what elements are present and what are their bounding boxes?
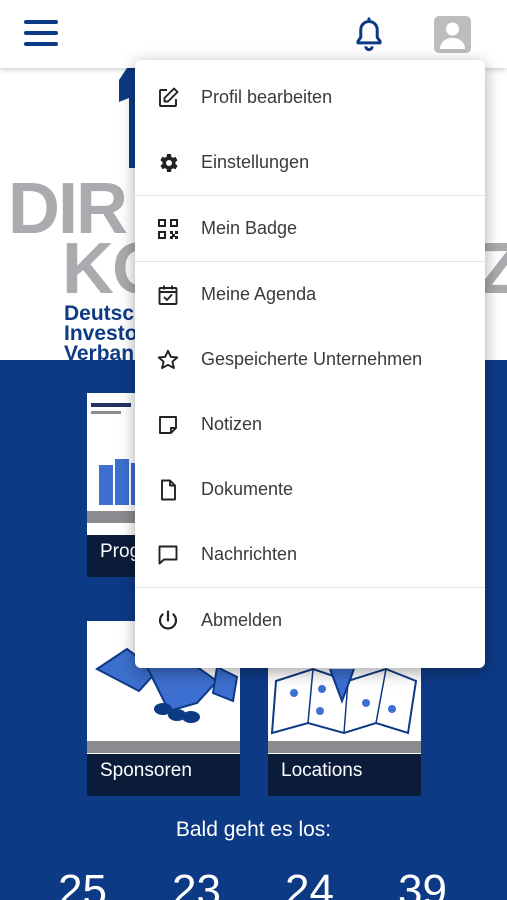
menu-item-mein-badge[interactable]: Mein Badge	[135, 196, 485, 261]
star-icon	[155, 347, 181, 373]
menu-item-einstellungen[interactable]: Einstellungen	[135, 130, 485, 195]
message-icon	[155, 542, 181, 568]
countdown-hours: 23	[172, 866, 221, 900]
menu-item-profil-bearbeiten[interactable]: Profil bearbeiten	[135, 65, 485, 130]
notification-bell-icon[interactable]	[350, 16, 388, 54]
menu-item-nachrichten[interactable]: Nachrichten	[135, 522, 485, 587]
menu-item-dokumente[interactable]: Dokumente	[135, 457, 485, 522]
menu-item-label: Meine Agenda	[201, 284, 317, 304]
menu-item-label: Gespeicherte Unternehmen	[201, 349, 423, 369]
sponsors-tile-label: Sponsoren	[87, 754, 240, 796]
menu-item-label: Profil bearbeiten	[201, 87, 333, 107]
logo-subtitle-2: Investo	[64, 322, 138, 345]
edit-icon	[155, 85, 181, 111]
menu-item-notizen[interactable]: Notizen	[135, 392, 485, 457]
menu-item-label: Nachrichten	[201, 544, 298, 564]
qr-code-icon	[155, 216, 181, 242]
calendar-check-icon	[155, 282, 181, 308]
menu-item-label: Einstellungen	[201, 152, 310, 172]
menu-item-label: Dokumente	[201, 479, 294, 499]
menu-item-label: Abmelden	[201, 610, 283, 630]
menu-item-label: Mein Badge	[201, 218, 298, 238]
user-avatar-icon[interactable]	[434, 16, 471, 53]
countdown-days: 25	[58, 866, 107, 900]
power-icon	[155, 608, 181, 634]
user-dropdown-menu: Profil bearbeiten Einstellungen Mein Bad…	[135, 60, 485, 668]
menu-item-abmelden[interactable]: Abmelden	[135, 588, 485, 653]
document-icon	[155, 477, 181, 503]
logo-subtitle-3: Verban	[64, 342, 135, 360]
gear-icon	[155, 150, 181, 176]
countdown-title: Bald geht es los:	[175, 818, 332, 841]
countdown-seconds: 39	[398, 866, 447, 900]
locations-tile-label: Locations	[268, 754, 421, 796]
countdown-minutes: 24	[285, 866, 334, 900]
menu-item-label: Notizen	[201, 414, 263, 434]
note-icon	[155, 412, 181, 438]
logo-subtitle-1: Deutsc	[64, 302, 135, 325]
hamburger-menu-icon[interactable]	[24, 20, 58, 50]
menu-item-meine-agenda[interactable]: Meine Agenda	[135, 262, 485, 327]
menu-item-gespeicherte-unternehmen[interactable]: Gespeicherte Unternehmen	[135, 327, 485, 392]
top-app-bar	[0, 0, 507, 68]
